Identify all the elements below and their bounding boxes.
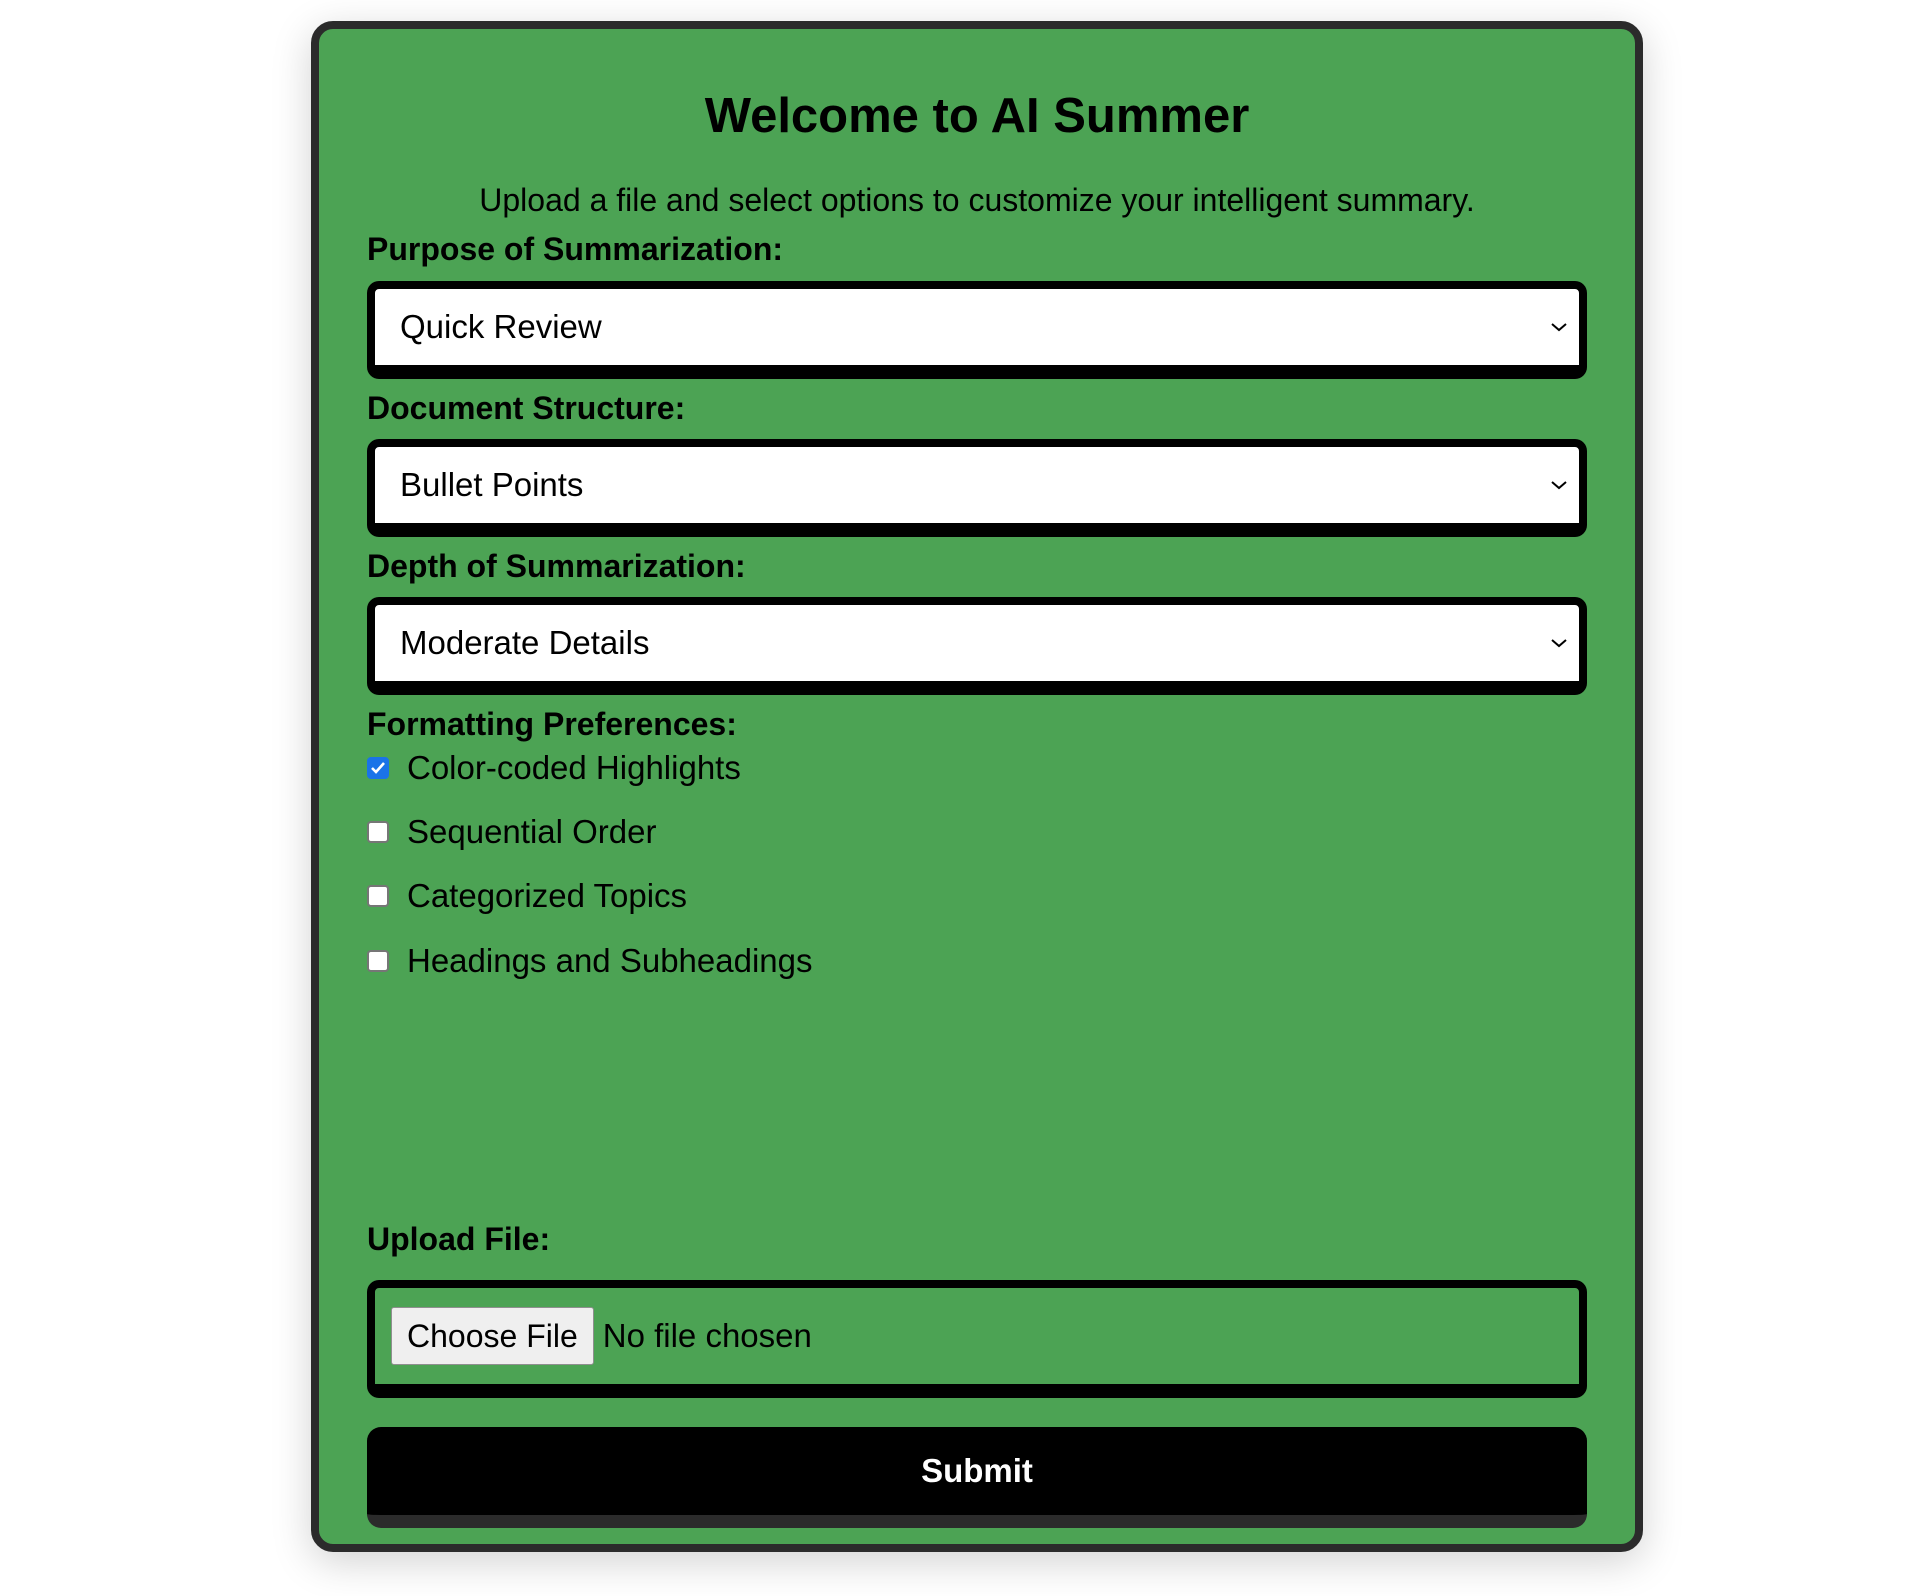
structure-select[interactable]: Bullet Points — [367, 439, 1587, 537]
depth-selected-value: Moderate Details — [400, 624, 650, 661]
formatting-option-color-coded[interactable]: Color-coded Highlights — [367, 748, 741, 788]
checkbox-label: Sequential Order — [407, 813, 657, 850]
chevron-down-icon — [1545, 471, 1573, 499]
upload-label: Upload File: — [367, 1221, 551, 1257]
chevron-down-icon — [1545, 629, 1573, 657]
checkbox-checked[interactable] — [367, 757, 389, 779]
purpose-selected-value: Quick Review — [400, 308, 602, 345]
checkbox-unchecked[interactable] — [367, 821, 389, 843]
summary-form-card: Welcome to AI Summer Upload a file and s… — [311, 21, 1643, 1552]
purpose-select[interactable]: Quick Review — [367, 281, 1587, 379]
page-title: Welcome to AI Summer — [704, 89, 1250, 143]
depth-label: Depth of Summarization: — [367, 548, 746, 584]
chevron-down-icon — [1545, 313, 1573, 341]
structure-label: Document Structure: — [367, 390, 686, 426]
checkbox-label: Headings and Subheadings — [407, 942, 813, 979]
formatting-option-sequential[interactable]: Sequential Order — [367, 812, 656, 852]
file-status-text: No file chosen — [602, 1317, 812, 1354]
depth-select[interactable]: Moderate Details — [367, 597, 1587, 695]
checkbox-label: Categorized Topics — [407, 877, 688, 914]
formatting-option-categorized[interactable]: Categorized Topics — [367, 876, 687, 916]
file-upload-input[interactable]: Choose File No file chosen — [367, 1280, 1587, 1398]
submit-button[interactable]: Submit — [367, 1427, 1587, 1528]
checkbox-label: Color-coded Highlights — [407, 749, 741, 786]
checkbox-unchecked[interactable] — [367, 885, 389, 907]
structure-selected-value: Bullet Points — [400, 466, 584, 503]
choose-file-button[interactable]: Choose File — [391, 1307, 594, 1365]
formatting-option-headings[interactable]: Headings and Subheadings — [367, 941, 813, 981]
checkbox-unchecked[interactable] — [367, 950, 389, 972]
formatting-label: Formatting Preferences: — [367, 706, 737, 742]
page-subtitle: Upload a file and select options to cust… — [479, 182, 1475, 218]
purpose-label: Purpose of Summarization: — [367, 231, 784, 267]
